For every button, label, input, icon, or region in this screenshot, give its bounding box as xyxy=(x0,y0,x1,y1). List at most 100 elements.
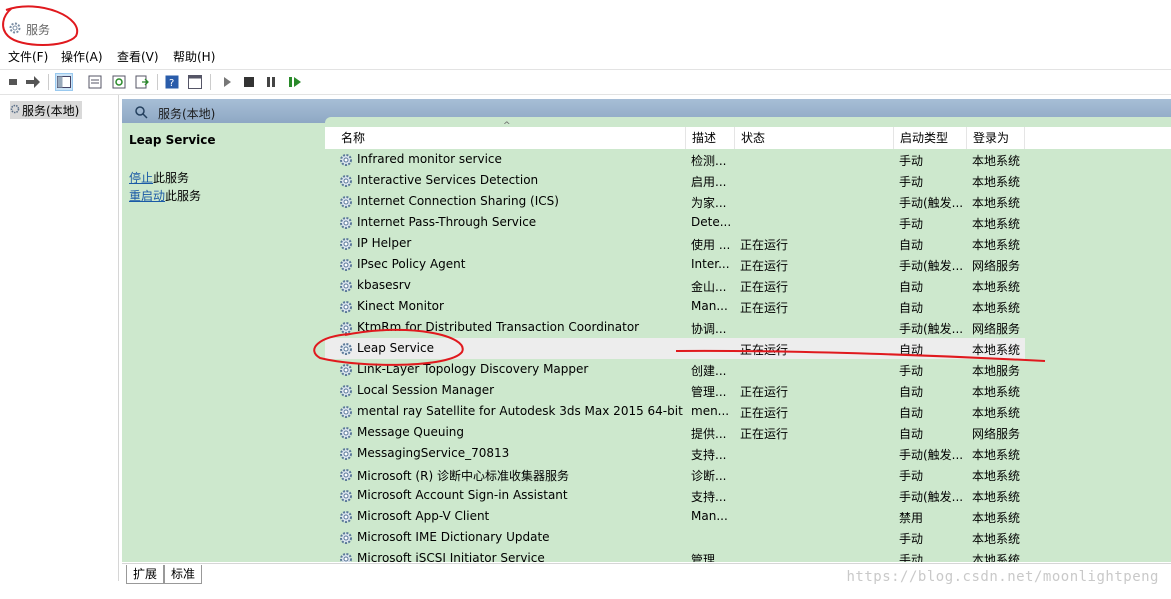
service-logon: 本地系统 xyxy=(972,217,1021,231)
service-gear-icon xyxy=(340,385,352,397)
description-pane: Leap Service 停止此服务 重启动此服务 xyxy=(122,123,332,562)
restart-service-row: 重启动此服务 xyxy=(129,187,201,204)
stop-service-link[interactable]: 停止 xyxy=(129,171,153,185)
service-description: Inter... xyxy=(691,257,730,271)
tab-standard[interactable]: 标准 xyxy=(164,565,203,584)
stop-icon[interactable] xyxy=(240,73,258,91)
service-row[interactable]: Leap Service 正在运行 自动 本地系统 xyxy=(325,338,1025,359)
service-logon: 本地系统 xyxy=(972,511,1021,525)
export-icon[interactable] xyxy=(133,73,151,91)
service-description: 支持... xyxy=(691,448,727,462)
service-logon: 本地系统 xyxy=(972,343,1021,357)
service-gear-icon xyxy=(340,448,352,460)
service-description: 提供... xyxy=(691,427,727,441)
service-row[interactable]: Microsoft Account Sign-in Assistant 支持...… xyxy=(325,485,1025,506)
toolbar-separator xyxy=(157,74,158,90)
menu-help[interactable]: 帮助(H) xyxy=(173,48,215,65)
service-startup-type: 手动(触发... xyxy=(899,322,964,336)
restart-service-link[interactable]: 重启动 xyxy=(129,189,165,203)
service-startup-type: 自动 xyxy=(899,238,924,252)
back-icon[interactable] xyxy=(4,73,22,91)
tab-extended[interactable]: 扩展 xyxy=(126,565,165,584)
service-status: 正在运行 xyxy=(740,343,789,357)
service-name: Internet Connection Sharing (ICS) xyxy=(357,194,559,208)
service-startup-type: 手动(触发... xyxy=(899,448,964,462)
service-gear-icon xyxy=(340,553,352,562)
service-row[interactable]: Kinect Monitor Man... 正在运行 自动 本地系统 xyxy=(325,296,1025,317)
service-description: Man... xyxy=(691,299,728,313)
service-gear-icon xyxy=(340,196,352,208)
service-row[interactable]: Link-Layer Topology Discovery Mapper 创建..… xyxy=(325,359,1025,380)
service-status: 正在运行 xyxy=(740,427,789,441)
service-gear-icon xyxy=(340,469,352,481)
restart-icon[interactable] xyxy=(286,73,304,91)
service-row[interactable]: IPsec Policy Agent Inter... 正在运行 手动(触发... 网络… xyxy=(325,254,1025,275)
service-row[interactable]: Local Session Manager 管理... 正在运行 自动 本地系统 xyxy=(325,380,1025,401)
service-logon: 本地系统 xyxy=(972,532,1021,546)
column-name[interactable]: 名称 xyxy=(335,127,686,149)
gear-icon xyxy=(9,22,21,34)
menu-action[interactable]: 操作(A) xyxy=(61,48,103,65)
service-description: Dete... xyxy=(691,215,732,229)
service-row[interactable]: Internet Pass-Through Service Dete... 手动 本地… xyxy=(325,212,1025,233)
column-description[interactable]: 描述 xyxy=(686,127,735,149)
service-name: Message Queuing xyxy=(357,425,465,439)
svg-text:?: ? xyxy=(169,78,174,89)
forward-icon[interactable] xyxy=(24,73,42,91)
service-description: Man... xyxy=(691,509,728,523)
service-name: Microsoft (R) 诊断中心标准收集器服务 xyxy=(357,469,569,483)
service-name: Leap Service xyxy=(357,341,434,355)
help-icon[interactable]: ? xyxy=(163,73,181,91)
service-description: 为家... xyxy=(691,196,727,210)
service-logon: 本地系统 xyxy=(972,385,1021,399)
service-logon: 本地系统 xyxy=(972,553,1021,562)
service-name: kbasesrv xyxy=(357,278,411,292)
tree-item-services-local[interactable]: 服务(本地) xyxy=(10,101,83,119)
pause-icon[interactable] xyxy=(262,73,280,91)
service-description: 管理... xyxy=(691,385,727,399)
service-gear-icon xyxy=(340,238,352,250)
service-row[interactable]: Microsoft IME Dictionary Update 手动 本地系统 xyxy=(325,527,1025,548)
service-startup-type: 手动 xyxy=(899,364,924,378)
menu-file[interactable]: 文件(F) xyxy=(8,48,48,65)
start-icon[interactable] xyxy=(218,73,236,91)
service-name: Microsoft Account Sign-in Assistant xyxy=(357,488,568,502)
watermark: https://blog.csdn.net/moonlightpeng xyxy=(846,569,1159,585)
service-row[interactable]: Infrared monitor service 检测... 手动 本地系统 xyxy=(325,149,1025,170)
column-status[interactable]: 状态 xyxy=(735,127,894,149)
service-name: Kinect Monitor xyxy=(357,299,444,313)
service-row[interactable]: Internet Connection Sharing (ICS) 为家... 手动… xyxy=(325,191,1025,212)
service-row[interactable]: Microsoft iSCSI Initiator Service 管理... 手动… xyxy=(325,548,1025,562)
column-log-on-as[interactable]: 登录为 xyxy=(967,127,1025,149)
service-startup-type: 自动 xyxy=(899,427,924,441)
service-gear-icon xyxy=(340,175,352,187)
service-row[interactable]: MessagingService_70813 支持... 手动(触发... 本地系统 xyxy=(325,443,1025,464)
service-row[interactable]: KtmRm for Distributed Transaction Coordi… xyxy=(325,317,1025,338)
service-startup-type: 自动 xyxy=(899,280,924,294)
services-panel: 服务(本地) Leap Service 停止此服务 重启动此服务 ^ 名称 描述… xyxy=(122,99,1171,562)
service-logon: 网络服务 xyxy=(972,427,1021,441)
service-gear-icon xyxy=(340,406,352,418)
menu-view[interactable]: 查看(V) xyxy=(117,48,159,65)
service-logon: 本地系统 xyxy=(972,280,1021,294)
service-row[interactable]: Microsoft App-V Client Man... 禁用 本地系统 xyxy=(325,506,1025,527)
service-description: 金山... xyxy=(691,280,727,294)
service-name: IPsec Policy Agent xyxy=(357,257,466,271)
column-startup-type[interactable]: 启动类型 xyxy=(894,127,967,149)
service-logon: 本地系统 xyxy=(972,175,1021,189)
properties-icon[interactable] xyxy=(86,73,104,91)
service-status: 正在运行 xyxy=(740,238,789,252)
service-logon: 本地系统 xyxy=(972,469,1021,483)
show-tree-icon[interactable] xyxy=(55,73,73,91)
service-status: 正在运行 xyxy=(740,280,789,294)
console-icon[interactable] xyxy=(186,73,204,91)
service-row[interactable]: Interactive Services Detection 启用... 手动 本地系… xyxy=(325,170,1025,191)
refresh-icon[interactable] xyxy=(110,73,128,91)
service-logon: 本地系统 xyxy=(972,301,1021,315)
stop-service-suffix: 此服务 xyxy=(153,171,190,185)
service-row[interactable]: Message Queuing 提供... 正在运行 自动 网络服务 xyxy=(325,422,1025,443)
service-row[interactable]: kbasesrv 金山... 正在运行 自动 本地系统 xyxy=(325,275,1025,296)
service-row[interactable]: mental ray Satellite for Autodesk 3ds Ma… xyxy=(325,401,1025,422)
service-row[interactable]: Microsoft (R) 诊断中心标准收集器服务 诊断... 手动 本地系统 xyxy=(325,464,1025,485)
service-row[interactable]: IP Helper 使用 ... 正在运行 自动 本地系统 xyxy=(325,233,1025,254)
